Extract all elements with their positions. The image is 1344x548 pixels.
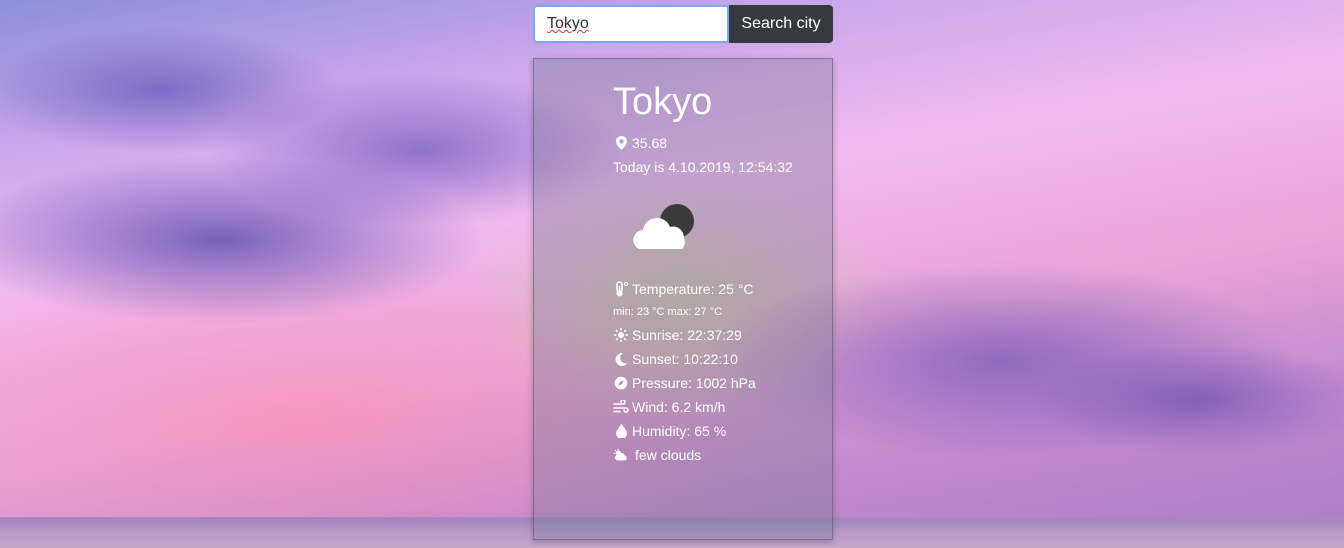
humidity-text: Humidity: 65 %: [632, 423, 727, 439]
sunrise-row: Sunrise: 22:37:29: [613, 323, 823, 347]
search-input[interactable]: [533, 5, 729, 43]
droplet-icon: [613, 423, 629, 439]
cloud-sun-icon: [613, 447, 629, 463]
sun-icon: [613, 327, 629, 343]
description-text: few clouds: [635, 447, 702, 463]
sunset-text: Sunset: 10:22:10: [632, 351, 738, 367]
cloud-night-icon: [629, 197, 699, 259]
description-row: few clouds: [613, 443, 823, 467]
date-text: Today is 4.10.2019, 12:54:32: [613, 159, 793, 175]
map-marker-icon: [613, 135, 629, 151]
search-bar: Search city: [533, 5, 833, 43]
pressure-row: Pressure: 1002 hPa: [613, 371, 823, 395]
min-max-text: min: 23 °C max: 27 °C: [613, 306, 723, 318]
sunset-row: Sunset: 10:22:10: [613, 347, 823, 371]
coordinate-row: 35.68: [613, 131, 823, 155]
search-city-button[interactable]: Search city: [729, 5, 833, 43]
wind-row: Wind: 6.2 km/h: [613, 395, 823, 419]
pressure-text: Pressure: 1002 hPa: [632, 375, 756, 391]
min-max-row: min: 23 °C max: 27 °C: [613, 301, 823, 323]
temperature-row: Temperature: 25 °C: [613, 277, 823, 301]
moon-icon: [613, 351, 629, 367]
humidity-row: Humidity: 65 %: [613, 419, 823, 443]
temperature-text: Temperature: 25 °C: [632, 281, 754, 297]
wind-icon: [613, 399, 629, 415]
date-row: Today is 4.10.2019, 12:54:32: [613, 155, 823, 179]
coordinate-value: 35.68: [632, 135, 668, 151]
wind-text: Wind: 6.2 km/h: [632, 399, 726, 415]
compass-icon: [613, 375, 629, 391]
weather-card: Tokyo 35.68 Today is 4.10.2019, 12:54:32…: [533, 58, 833, 540]
city-name: Tokyo: [613, 81, 713, 123]
weather-card-content: Tokyo 35.68 Today is 4.10.2019, 12:54:32…: [613, 81, 823, 467]
thermometer-icon: [613, 281, 629, 297]
sunrise-text: Sunrise: 22:37:29: [632, 327, 742, 343]
